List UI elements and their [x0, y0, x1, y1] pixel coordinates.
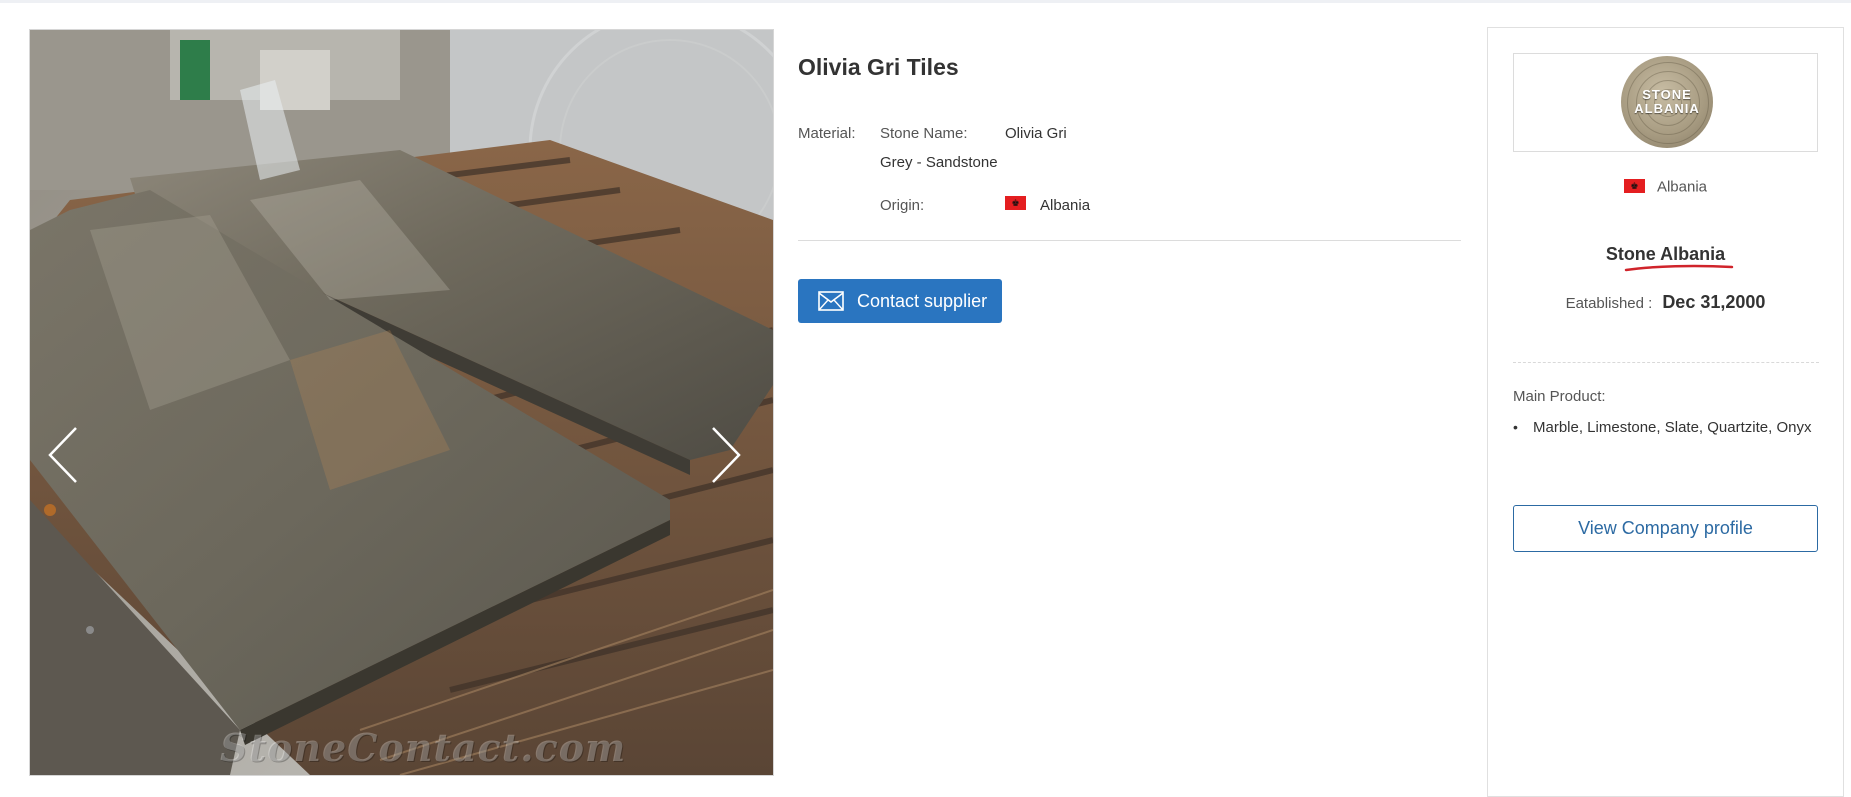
company-name-link[interactable]: Stone Albania: [1488, 244, 1843, 265]
contact-supplier-button[interactable]: Contact supplier: [798, 279, 1002, 323]
top-border: [0, 0, 1851, 3]
albania-flag-icon: ♚: [1623, 178, 1645, 193]
company-name-underline: [1624, 264, 1734, 272]
product-photo: [30, 30, 773, 775]
chevron-left-icon: [48, 427, 77, 483]
origin-value: Albania: [1040, 197, 1091, 214]
main-product-item: Marble, Limestone, Slate, Quartzite, Ony…: [1533, 419, 1812, 436]
stone-name-value: Olivia Gri: [1005, 125, 1067, 142]
established-info: Eatablished : Dec 31,2000: [1488, 292, 1843, 313]
product-image-gallery[interactable]: StoneContact.com: [29, 29, 774, 776]
gallery-next-button[interactable]: [707, 420, 747, 490]
material-label: Material:: [798, 125, 856, 142]
main-product-label: Main Product:: [1513, 388, 1606, 405]
supplier-logo-box[interactable]: STONE ALBANIA: [1513, 53, 1818, 152]
established-label: Eatablished :: [1565, 295, 1653, 312]
chevron-right-icon: [712, 427, 741, 483]
supplier-country-name: Albania: [1656, 178, 1708, 196]
gallery-prev-button[interactable]: [46, 420, 86, 490]
envelope-icon: [818, 291, 844, 311]
stone-type-value: Grey - Sandstone: [880, 154, 998, 171]
established-value: Dec 31,2000: [1662, 292, 1766, 312]
main-product-list: • Marble, Limestone, Slate, Quartzite, On…: [1513, 419, 1811, 436]
product-title: Olivia Gri Tiles: [798, 54, 959, 80]
contact-supplier-label: Contact supplier: [857, 290, 988, 311]
image-watermark: StoneContact.com: [220, 725, 627, 770]
logo-text-line1: STONE: [1642, 87, 1692, 102]
albania-flag-icon: ♚: [1005, 196, 1026, 210]
logo-text-line2: ALBANIA: [1634, 101, 1700, 116]
details-divider: [798, 240, 1461, 241]
supplier-divider: [1513, 362, 1819, 363]
supplier-country: ♚ Albania: [1488, 178, 1843, 196]
supplier-logo: STONE ALBANIA: [1621, 56, 1713, 148]
origin-label: Origin:: [880, 197, 925, 214]
view-company-profile-button[interactable]: View Company profile: [1513, 505, 1818, 552]
stone-name-label: Stone Name:: [880, 125, 968, 142]
list-item: • Marble, Limestone, Slate, Quartzite, On…: [1513, 419, 1812, 436]
supplier-card: STONE ALBANIA ♚ Albania Stone Albania Eat…: [1487, 27, 1844, 797]
